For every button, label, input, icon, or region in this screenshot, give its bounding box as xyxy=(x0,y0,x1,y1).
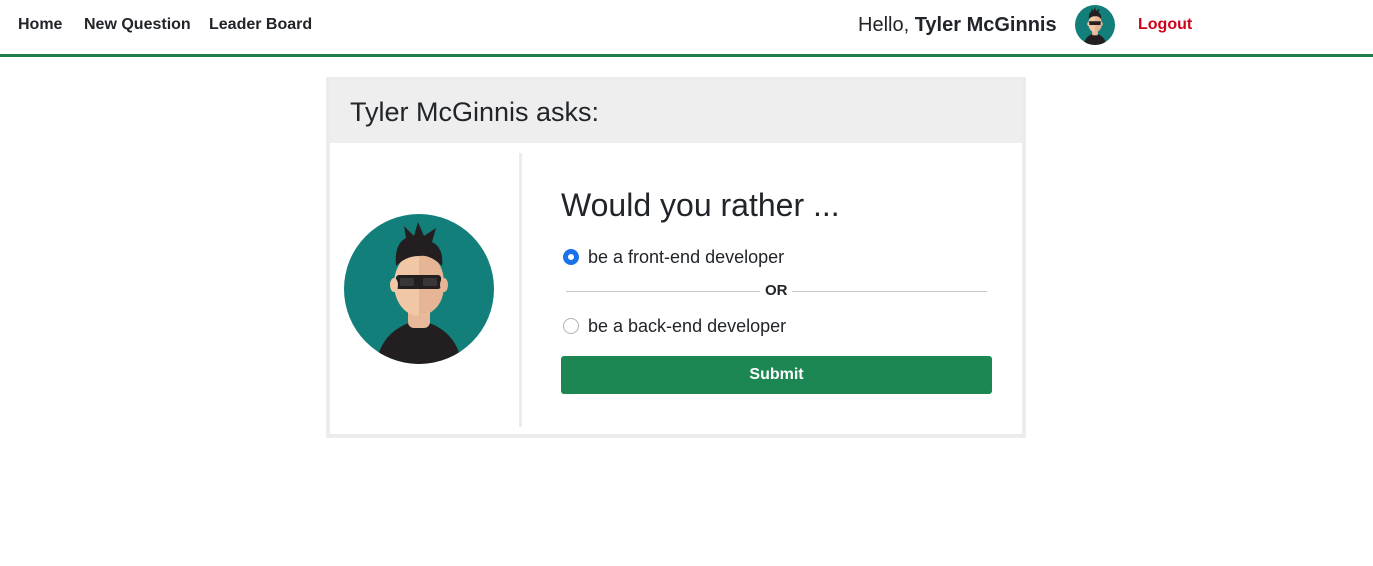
poll-author-heading: Tyler McGinnis asks: xyxy=(350,97,600,127)
or-line-left xyxy=(566,291,760,292)
nav-leader-board-link[interactable]: Leader Board xyxy=(209,16,312,34)
user-greeting: Hello, Tyler McGinnis xyxy=(858,14,1057,37)
user-avatar-icon xyxy=(1075,5,1115,45)
poll-card: Tyler McGinnis asks: Would you rather ..… xyxy=(326,77,1026,438)
or-text: OR xyxy=(765,282,788,299)
logout-link[interactable]: Logout xyxy=(1138,16,1192,34)
nav-home-link[interactable]: Home xyxy=(18,16,62,34)
option-two[interactable]: be a back-end developer xyxy=(563,315,786,337)
or-line-right xyxy=(792,291,987,292)
top-navbar: Home New Question Leader Board Hello, Ty… xyxy=(0,0,1373,57)
question-heading: Would you rather ... xyxy=(561,187,840,223)
poll-card-header: Tyler McGinnis asks: xyxy=(330,81,1022,143)
vertical-divider xyxy=(519,153,522,427)
option-one-radio[interactable] xyxy=(563,249,579,265)
author-avatar-icon xyxy=(344,214,494,364)
greeting-prefix: Hello, xyxy=(858,14,915,36)
nav-new-question-link[interactable]: New Question xyxy=(84,16,191,34)
option-one-label[interactable]: be a front-end developer xyxy=(588,247,784,268)
option-two-radio[interactable] xyxy=(563,318,579,334)
submit-button[interactable]: Submit xyxy=(561,356,992,394)
greeting-user-name: Tyler McGinnis xyxy=(914,14,1057,36)
or-divider: OR xyxy=(566,282,987,300)
option-two-label[interactable]: be a back-end developer xyxy=(588,316,786,337)
option-one[interactable]: be a front-end developer xyxy=(563,246,784,268)
